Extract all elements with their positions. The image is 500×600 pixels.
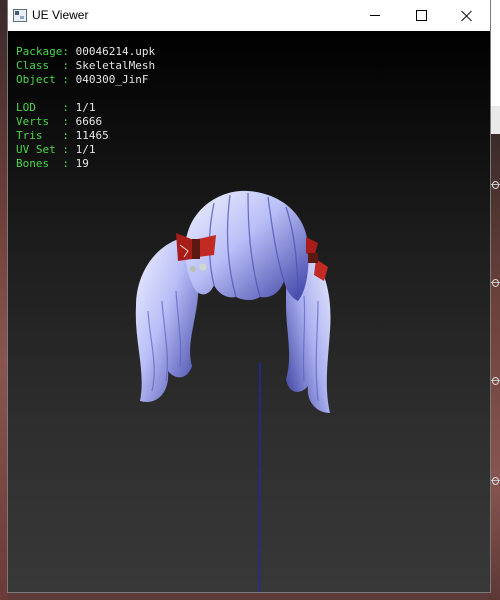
- background-marker: [490, 377, 500, 385]
- info-verts: Verts : 6666: [16, 115, 103, 128]
- close-button[interactable]: [444, 0, 490, 31]
- app-icon[interactable]: [13, 9, 27, 22]
- info-class: Class : SkeletalMesh: [16, 59, 156, 72]
- info-bones: Bones : 19: [16, 157, 89, 170]
- info-uvset: UV Set : 1/1: [16, 143, 96, 156]
- minimize-button[interactable]: [352, 0, 398, 31]
- 3d-viewport[interactable]: Package: 00046214.upk Class : SkeletalMe…: [8, 31, 490, 592]
- minimize-icon: [370, 15, 380, 16]
- hair-mesh-model[interactable]: [118, 181, 338, 421]
- ue-viewer-window: UE Viewer Package: 00046214.upk Class : …: [8, 0, 490, 592]
- info-object: Object : 040300_JinF: [16, 73, 149, 86]
- maximize-icon: [415, 10, 427, 21]
- maximize-button[interactable]: [398, 0, 444, 31]
- background-marker: [490, 279, 500, 287]
- desktop-background-left: [0, 0, 8, 600]
- info-lod: LOD : 1/1: [16, 101, 96, 114]
- close-icon: [461, 10, 473, 22]
- background-marker: [490, 181, 500, 189]
- title-bar[interactable]: UE Viewer: [8, 0, 490, 31]
- window-title: UE Viewer: [32, 8, 89, 22]
- info-package: Package: 00046214.upk: [16, 45, 156, 58]
- background-marker: [490, 477, 500, 485]
- mesh-info-overlay: Package: 00046214.upk Class : SkeletalMe…: [16, 45, 155, 171]
- info-tris: Tris : 11465: [16, 129, 109, 142]
- background-window-edge: [490, 0, 500, 600]
